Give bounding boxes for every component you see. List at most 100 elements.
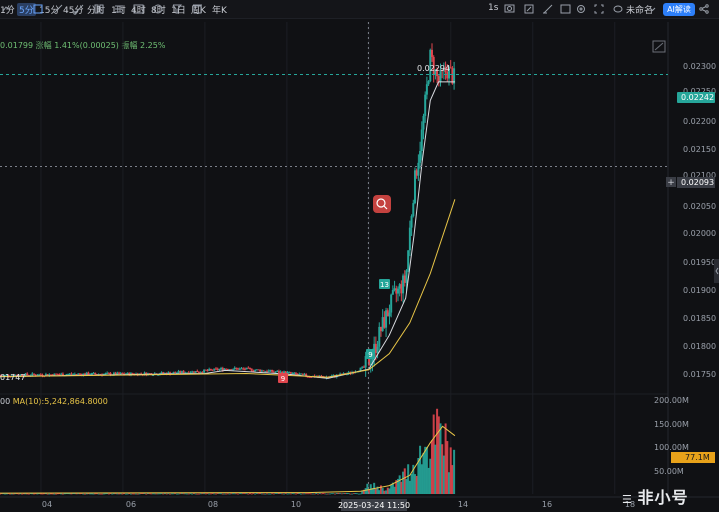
volume-tick: 200.00M	[654, 396, 689, 405]
candle-body	[31, 373, 34, 376]
volume-bar	[262, 493, 265, 495]
candle-body	[172, 372, 175, 374]
candle-body	[303, 374, 306, 376]
volume-bar	[294, 493, 297, 495]
candle-body	[264, 371, 267, 373]
volume-bar	[337, 493, 340, 494]
volume-bar	[221, 493, 224, 495]
volume-bar	[242, 493, 245, 495]
candle-body	[427, 81, 430, 85]
volume-bar	[347, 493, 350, 494]
candle-body	[390, 294, 393, 313]
volume-bar	[245, 493, 248, 495]
candle-body	[272, 371, 275, 373]
candle-body	[199, 372, 202, 374]
candle-body	[107, 372, 110, 374]
candle-body	[85, 372, 88, 376]
volume-bar	[10, 493, 13, 495]
volume-bar	[279, 493, 282, 494]
volume-bar	[264, 493, 267, 495]
candle-body	[379, 326, 382, 332]
candle-body	[192, 371, 195, 373]
volume-bar	[276, 493, 279, 495]
candle-body	[361, 366, 364, 368]
volume-bar	[356, 493, 359, 495]
magnifier-icon[interactable]	[373, 195, 391, 213]
expand-icon[interactable]	[652, 40, 666, 53]
time-tick: 08	[208, 500, 218, 509]
volume-bar	[4, 493, 7, 495]
volume-tick: 150.00M	[654, 420, 689, 429]
candle-body	[437, 76, 440, 82]
volume-bar	[430, 440, 433, 494]
volume-bar	[322, 493, 325, 494]
candle-body	[87, 372, 90, 376]
candle-body	[75, 374, 78, 376]
volume-bar	[310, 493, 313, 495]
volume-bar	[296, 493, 299, 494]
volume-bar	[206, 493, 209, 495]
volume-bar	[240, 493, 243, 495]
volume-bar	[126, 493, 129, 495]
watermark-text: 非小号	[637, 488, 689, 507]
volume-bar	[138, 493, 141, 495]
volume-bar	[349, 493, 352, 495]
price-axis[interactable]: 0.02300 0.02250 0.02200 0.02150 0.02100 …	[683, 62, 716, 379]
volume-bar	[167, 493, 170, 495]
candle-body	[235, 367, 238, 369]
candle-body	[242, 368, 245, 370]
current-price-label: 0.02242	[681, 93, 714, 102]
price-tick: 0.02000	[683, 229, 716, 238]
volume-bar	[102, 493, 105, 495]
candle-body	[194, 371, 197, 373]
volume-bar	[255, 493, 258, 494]
volume-bar	[12, 493, 15, 495]
candle-body	[70, 373, 73, 375]
overlays	[0, 22, 668, 497]
volume-bar	[447, 472, 450, 494]
candlestick-chart[interactable]: 0.02300 0.02250 0.02200 0.02150 0.02100 …	[0, 0, 719, 512]
volume-bar	[413, 474, 416, 494]
volume-bar	[145, 493, 148, 495]
volume-bar	[169, 493, 172, 495]
volume-bar	[107, 493, 110, 495]
volume-bar	[247, 493, 250, 495]
volume-axis[interactable]: 200.00M 150.00M 100.00M 50.00M	[654, 396, 689, 476]
candle-body	[203, 369, 206, 373]
volume-bar	[48, 493, 51, 495]
candle-body	[191, 371, 194, 373]
volume-bar	[213, 493, 216, 495]
volume-bar	[135, 493, 138, 495]
volume-bar	[233, 493, 236, 495]
candle-body	[201, 372, 204, 374]
candle-body	[453, 68, 456, 84]
volume-bar	[281, 493, 284, 495]
candle-body	[260, 370, 263, 372]
price-tick: 0.01850	[683, 314, 716, 323]
volume-bar	[191, 493, 194, 495]
candle-body	[209, 369, 212, 371]
candle-body	[245, 367, 248, 370]
volume-bar	[405, 478, 408, 494]
candle-body	[119, 373, 122, 375]
watermark-mark: ☰	[622, 493, 632, 506]
plus-icon[interactable]: +	[667, 178, 675, 188]
candle-body	[425, 84, 428, 95]
collapse-panel-icon[interactable]	[714, 259, 719, 283]
volume-bar	[111, 493, 114, 495]
candle-body	[226, 368, 229, 370]
high-price-label: 0.02294	[417, 64, 450, 73]
candle-body	[232, 369, 235, 371]
candle-body	[238, 368, 241, 370]
volume-bar	[9, 493, 12, 495]
candle-body	[259, 369, 262, 372]
candle-body	[90, 373, 93, 375]
price-tick: 0.02300	[683, 62, 716, 71]
volume-bar	[92, 493, 95, 495]
volume-bar	[252, 493, 255, 494]
td-marker-green: 9	[368, 351, 372, 359]
candle-body	[73, 374, 76, 376]
volume-bar	[187, 493, 190, 495]
volume-bar	[90, 493, 93, 495]
volume-bar	[5, 493, 8, 495]
